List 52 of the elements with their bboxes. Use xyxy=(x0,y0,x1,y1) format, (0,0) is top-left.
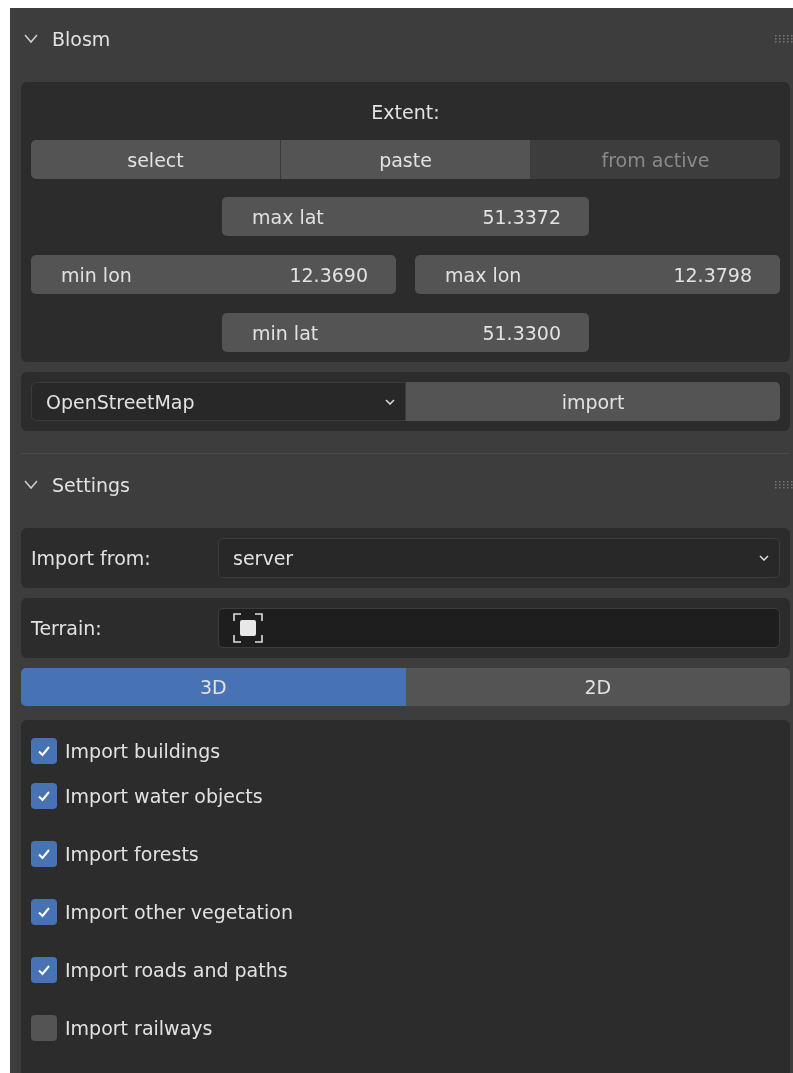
dropdown-value: OpenStreetMap xyxy=(46,390,195,413)
checkbox-label[interactable]: Import buildings xyxy=(65,739,221,762)
import-from-dropdown[interactable]: server xyxy=(218,538,780,578)
extent-label: Extent: xyxy=(370,100,441,125)
checkbox[interactable] xyxy=(31,1015,57,1041)
panel-header[interactable]: Settings xyxy=(21,454,790,516)
field-value: 51.3300 xyxy=(482,321,561,344)
terrain-label: Terrain: xyxy=(31,617,103,639)
checkbox[interactable] xyxy=(31,841,57,867)
extent-button[interactable]: select xyxy=(31,140,281,179)
panel-title: Blosm xyxy=(52,28,112,50)
panel-title: Settings xyxy=(52,474,131,496)
caret-icon xyxy=(385,398,395,405)
checkbox-label[interactable]: Import forests xyxy=(65,843,199,865)
checkbox-label[interactable]: Import water objects xyxy=(65,785,263,807)
import-button[interactable]: import xyxy=(406,382,780,421)
field-label: max lat xyxy=(252,205,324,228)
checkmark-icon xyxy=(37,963,51,977)
field-value: 12.3690 xyxy=(289,263,368,286)
import-from-label: Import from: xyxy=(31,547,152,569)
chevron-icon xyxy=(24,480,38,490)
number-field[interactable]: min lon 12.3690 xyxy=(31,255,396,294)
field-label: max lon xyxy=(445,263,522,286)
checkbox[interactable] xyxy=(31,783,57,809)
mode-tab[interactable]: 3D xyxy=(21,668,406,706)
checkmark-icon xyxy=(37,789,51,803)
source-dropdown[interactable]: OpenStreetMap xyxy=(31,382,406,421)
field-label: min lon xyxy=(61,263,132,286)
checkbox-label[interactable]: Import other vegetation xyxy=(65,901,293,923)
grip-icon[interactable] xyxy=(775,35,793,43)
mode-tab[interactable]: 2D xyxy=(405,668,790,706)
checkbox[interactable] xyxy=(31,899,57,925)
checkbox[interactable] xyxy=(31,957,57,983)
object-icon xyxy=(233,613,263,643)
number-field[interactable]: min lat 51.3300 xyxy=(222,313,589,352)
field-label: min lat xyxy=(252,321,319,344)
field-value: 12.3798 xyxy=(673,263,752,286)
grip-icon[interactable] xyxy=(775,481,793,489)
terrain-field[interactable] xyxy=(218,608,780,648)
checkbox-label[interactable]: Import railways xyxy=(65,1017,213,1039)
number-field[interactable]: max lon 12.3798 xyxy=(415,255,780,294)
panel-header[interactable]: Blosm xyxy=(21,8,790,70)
extent-button[interactable]: paste xyxy=(281,140,531,179)
checkmark-icon xyxy=(37,847,51,861)
number-field[interactable]: max lat 51.3372 xyxy=(222,197,589,236)
checkmark-icon xyxy=(37,905,51,919)
chevron-icon xyxy=(24,34,38,44)
field-value: 51.3372 xyxy=(482,205,561,228)
checkbox-label[interactable]: Import roads and paths xyxy=(65,959,288,981)
checkbox[interactable] xyxy=(31,737,57,764)
caret-icon xyxy=(759,555,769,561)
dropdown-value: server xyxy=(233,547,294,569)
